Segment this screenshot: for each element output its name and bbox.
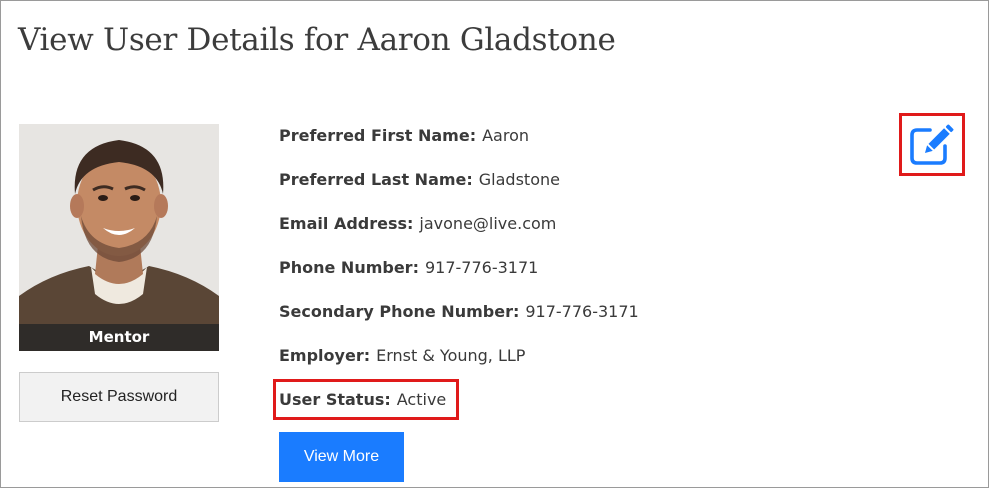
view-more-button[interactable]: View More xyxy=(279,432,404,482)
field-value: 917-776-3171 xyxy=(424,258,539,277)
user-details-panel: View User Details for Aaron Gladstone Me… xyxy=(0,0,989,488)
field-label: Secondary Phone Number: xyxy=(279,302,520,321)
avatar xyxy=(19,124,219,351)
field-phone-number: Phone Number: 917-776-3171 xyxy=(279,257,538,279)
role-badge: Mentor xyxy=(19,324,219,351)
field-label: Preferred Last Name: xyxy=(279,170,473,189)
field-label: Preferred First Name: xyxy=(279,126,477,145)
user-status-highlight xyxy=(273,379,459,420)
field-value: Gladstone xyxy=(478,170,560,189)
reset-password-button[interactable]: Reset Password xyxy=(19,372,219,422)
profile-photo: Mentor xyxy=(19,124,219,351)
field-preferred-first-name: Preferred First Name: Aaron xyxy=(279,125,529,147)
field-employer: Employer: Ernst & Young, LLP xyxy=(279,345,525,367)
field-value: javone@live.com xyxy=(419,214,557,233)
field-label: Employer: xyxy=(279,346,371,365)
edit-icon[interactable] xyxy=(908,123,958,167)
field-preferred-last-name: Preferred Last Name: Gladstone xyxy=(279,169,560,191)
field-secondary-phone-number: Secondary Phone Number: 917-776-3171 xyxy=(279,301,639,323)
field-email-address: Email Address: javone@live.com xyxy=(279,213,556,235)
field-value: 917-776-3171 xyxy=(525,302,639,321)
field-value: Ernst & Young, LLP xyxy=(376,346,526,365)
field-label: Phone Number: xyxy=(279,258,419,277)
field-value: Aaron xyxy=(482,126,529,145)
field-label: Email Address: xyxy=(279,214,414,233)
page-title: View User Details for Aaron Gladstone xyxy=(18,22,616,58)
